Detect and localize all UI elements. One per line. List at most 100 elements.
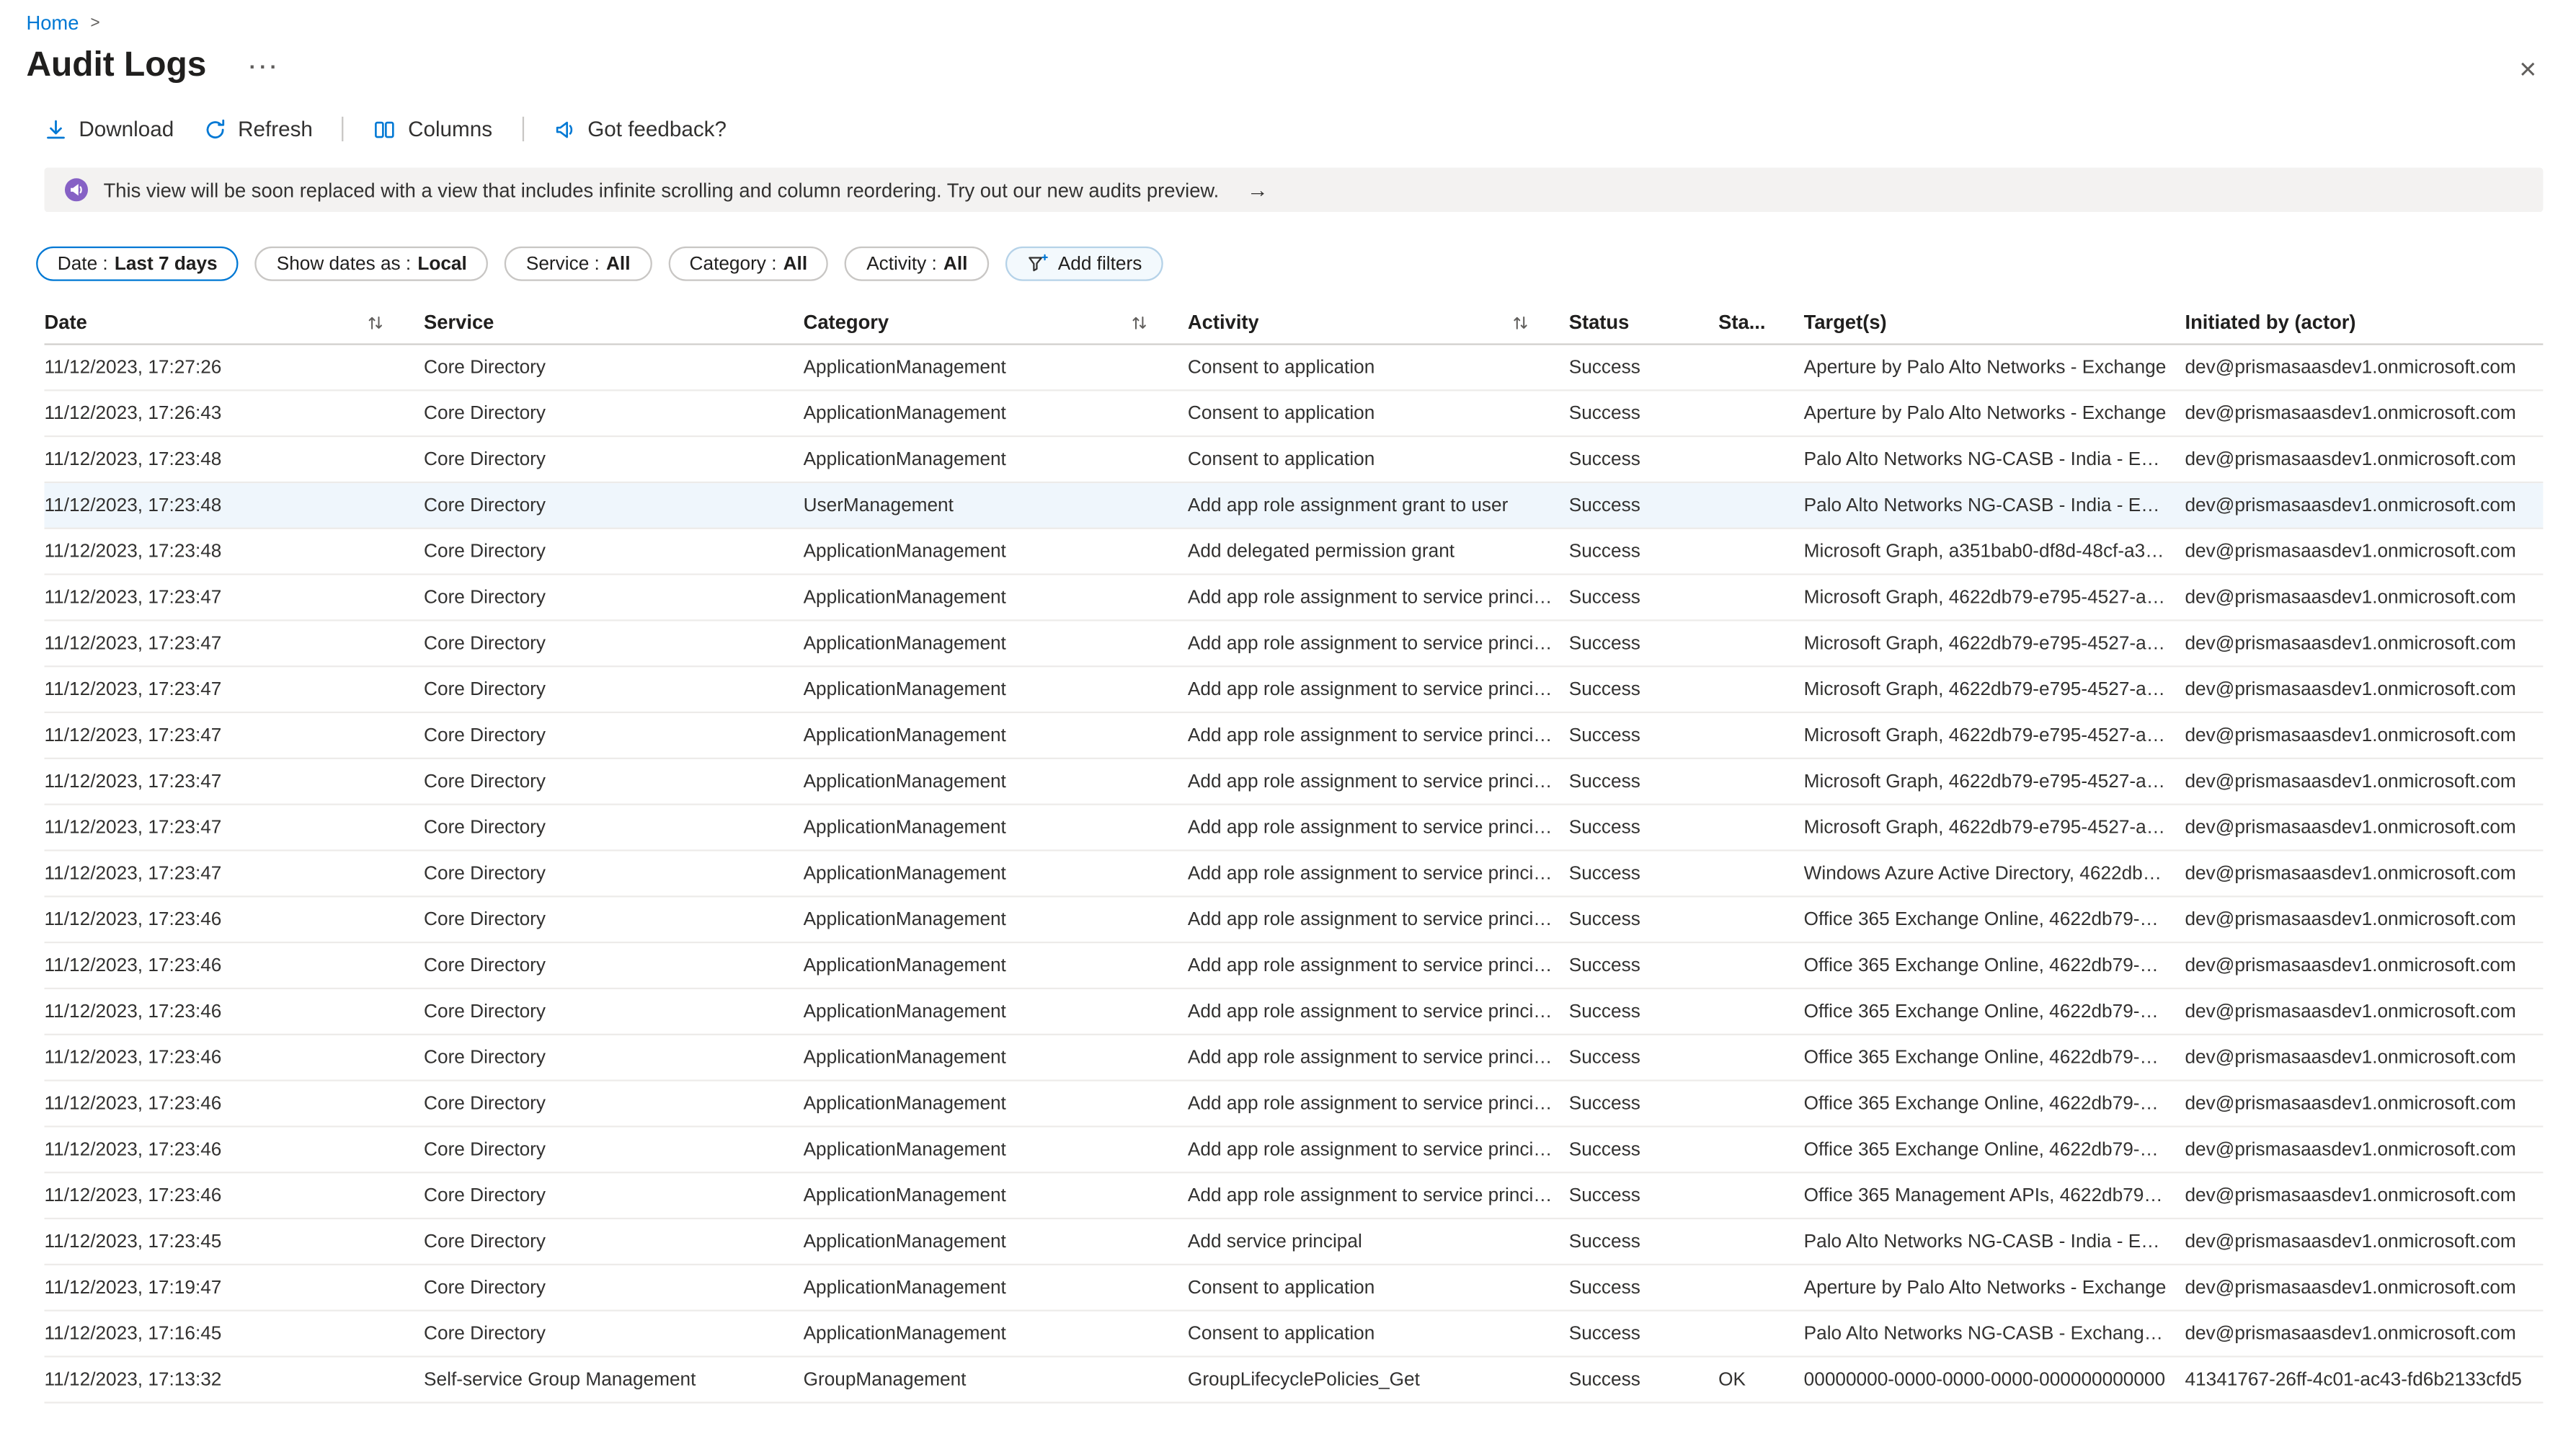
filter-pill-category[interactable]: Category : All xyxy=(668,247,829,281)
cell-category: ApplicationManagement xyxy=(804,541,1188,561)
banner-text: This view will be soon replaced with a v… xyxy=(104,178,1220,201)
cell-status: Success xyxy=(1569,449,1718,469)
table-row[interactable]: 11/12/2023, 17:23:47Core DirectoryApplic… xyxy=(45,759,2544,805)
cell-service: Core Directory xyxy=(424,679,804,699)
cell-status: Success xyxy=(1569,1094,1718,1113)
cell-service: Core Directory xyxy=(424,588,804,607)
cell-target: Office 365 Management APIs, 4622db79-e..… xyxy=(1804,1186,2185,1205)
cell-date: 11/12/2023, 17:23:47 xyxy=(45,679,425,699)
cell-target: Office 365 Exchange Online, 4622db79-e7.… xyxy=(1804,910,2185,929)
cell-date: 11/12/2023, 17:23:45 xyxy=(45,1231,425,1251)
add-filters-button[interactable]: Add filters xyxy=(1005,247,1163,281)
cell-category: UserManagement xyxy=(804,495,1188,515)
col-header-activity[interactable]: Activity xyxy=(1188,311,1569,334)
table-row[interactable]: 11/12/2023, 17:23:46Core DirectoryApplic… xyxy=(45,989,2544,1035)
cell-activity: Consent to application xyxy=(1188,1278,1569,1297)
col-header-status-reason[interactable]: Sta... xyxy=(1718,311,1804,334)
breadcrumb-home-link[interactable]: Home xyxy=(26,12,79,35)
filter-pill-service[interactable]: Service : All xyxy=(505,247,652,281)
table-row[interactable]: 11/12/2023, 17:23:47Core DirectoryApplic… xyxy=(45,575,2544,621)
table-row[interactable]: 11/12/2023, 17:19:47Core DirectoryApplic… xyxy=(45,1265,2544,1311)
cell-initiated-by: dev@prismasaasdev1.onmicrosoft.com xyxy=(2185,541,2543,561)
download-button[interactable]: Download xyxy=(45,113,174,144)
cell-status: Success xyxy=(1569,955,1718,975)
col-header-initiated-by[interactable]: Initiated by (actor) xyxy=(2185,311,2543,334)
cell-service: Core Directory xyxy=(424,1278,804,1297)
table-row[interactable]: 11/12/2023, 17:23:47Core DirectoryApplic… xyxy=(45,851,2544,898)
cell-service: Self-service Group Management xyxy=(424,1370,804,1389)
table-row[interactable]: 11/12/2023, 17:26:43Core DirectoryApplic… xyxy=(45,391,2544,437)
cell-activity: Add app role assignment to service princ… xyxy=(1188,588,1569,607)
cell-initiated-by: dev@prismasaasdev1.onmicrosoft.com xyxy=(2185,358,2543,377)
filter-pill-show-dates-as[interactable]: Show dates as : Local xyxy=(255,247,488,281)
table-row[interactable]: 11/12/2023, 17:23:48Core DirectoryApplic… xyxy=(45,437,2544,483)
table-row[interactable]: 11/12/2023, 17:23:47Core DirectoryApplic… xyxy=(45,667,2544,713)
columns-button[interactable]: Columns xyxy=(373,113,492,144)
sort-icon xyxy=(1511,313,1529,331)
cell-status: Success xyxy=(1569,864,1718,883)
col-header-status[interactable]: Status xyxy=(1569,311,1718,334)
banner-arrow-link[interactable]: → xyxy=(1247,177,1269,202)
cell-initiated-by: dev@prismasaasdev1.onmicrosoft.com xyxy=(2185,818,2543,837)
cell-service: Core Directory xyxy=(424,541,804,561)
feedback-megaphone-icon xyxy=(553,118,576,141)
cell-service: Core Directory xyxy=(424,1324,804,1343)
cell-target: Office 365 Exchange Online, 4622db79-e7.… xyxy=(1804,955,2185,975)
filter-value: Last 7 days xyxy=(115,254,218,273)
cell-service: Core Directory xyxy=(424,495,804,515)
col-header-targets[interactable]: Target(s) xyxy=(1804,311,2185,334)
table-row[interactable]: 11/12/2023, 17:23:48Core DirectoryApplic… xyxy=(45,529,2544,575)
filter-pill-activity[interactable]: Activity : All xyxy=(845,247,989,281)
table-row[interactable]: 11/12/2023, 17:23:46Core DirectoryApplic… xyxy=(45,1035,2544,1081)
cell-service: Core Directory xyxy=(424,1094,804,1113)
cell-status: Success xyxy=(1569,404,1718,423)
feedback-button[interactable]: Got feedback? xyxy=(553,113,727,144)
table-row[interactable]: 11/12/2023, 17:23:47Core DirectoryApplic… xyxy=(45,713,2544,759)
cell-initiated-by: dev@prismasaasdev1.onmicrosoft.com xyxy=(2185,955,2543,975)
cell-date: 11/12/2023, 17:23:48 xyxy=(45,449,425,469)
table-row[interactable]: 11/12/2023, 17:23:45Core DirectoryApplic… xyxy=(45,1219,2544,1265)
cell-category: ApplicationManagement xyxy=(804,910,1188,929)
cell-activity: Add app role assignment to service princ… xyxy=(1188,955,1569,975)
sort-icon xyxy=(1130,313,1148,331)
cell-category: ApplicationManagement xyxy=(804,634,1188,653)
table-row[interactable]: 11/12/2023, 17:27:26Core DirectoryApplic… xyxy=(45,345,2544,391)
cell-initiated-by: dev@prismasaasdev1.onmicrosoft.com xyxy=(2185,1048,2543,1067)
cell-activity: Add app role assignment to service princ… xyxy=(1188,1140,1569,1159)
table-row[interactable]: 11/12/2023, 17:16:45Core DirectoryApplic… xyxy=(45,1311,2544,1358)
filter-pill-date[interactable]: Date : Last 7 days xyxy=(36,247,239,281)
refresh-button[interactable]: Refresh xyxy=(203,113,313,144)
close-blade-button[interactable]: × xyxy=(2516,51,2540,87)
col-header-date[interactable]: Date xyxy=(45,311,425,334)
cell-category: ApplicationManagement xyxy=(804,588,1188,607)
table-row[interactable]: 11/12/2023, 17:23:46Core DirectoryApplic… xyxy=(45,1081,2544,1128)
cell-date: 11/12/2023, 17:23:47 xyxy=(45,864,425,883)
cell-service: Core Directory xyxy=(424,1140,804,1159)
cell-category: ApplicationManagement xyxy=(804,1278,1188,1297)
table-row[interactable]: 11/12/2023, 17:23:46Core DirectoryApplic… xyxy=(45,1128,2544,1174)
cell-status: Success xyxy=(1569,818,1718,837)
table-row[interactable]: 11/12/2023, 17:23:47Core DirectoryApplic… xyxy=(45,805,2544,851)
cell-activity: Add app role assignment to service princ… xyxy=(1188,1094,1569,1113)
table-row[interactable]: 11/12/2023, 17:23:48Core DirectoryUserMa… xyxy=(45,483,2544,529)
table-row[interactable]: 11/12/2023, 17:23:46Core DirectoryApplic… xyxy=(45,943,2544,989)
table-row[interactable]: 11/12/2023, 17:23:47Core DirectoryApplic… xyxy=(45,621,2544,668)
breadcrumb-chevron-icon: > xyxy=(90,14,99,32)
cell-activity: Add app role assignment to service princ… xyxy=(1188,1001,1569,1021)
title-context-menu-button[interactable]: ··· xyxy=(246,53,283,78)
col-header-service[interactable]: Service xyxy=(424,311,804,334)
cell-service: Core Directory xyxy=(424,1048,804,1067)
table-row[interactable]: 11/12/2023, 17:13:32Self-service Group M… xyxy=(45,1358,2544,1404)
cell-initiated-by: dev@prismasaasdev1.onmicrosoft.com xyxy=(2185,404,2543,423)
cell-target: Office 365 Exchange Online, 4622db79-e7.… xyxy=(1804,1001,2185,1021)
cell-status: Success xyxy=(1569,910,1718,929)
cell-service: Core Directory xyxy=(424,404,804,423)
filter-label: Service : xyxy=(526,254,600,273)
table-row[interactable]: 11/12/2023, 17:23:46Core DirectoryApplic… xyxy=(45,1173,2544,1219)
filter-label: Activity : xyxy=(866,254,937,273)
cell-initiated-by: dev@prismasaasdev1.onmicrosoft.com xyxy=(2185,1324,2543,1343)
filter-value: All xyxy=(943,254,968,273)
cell-category: ApplicationManagement xyxy=(804,1231,1188,1251)
table-row[interactable]: 11/12/2023, 17:23:46Core DirectoryApplic… xyxy=(45,897,2544,943)
col-header-category[interactable]: Category xyxy=(804,311,1188,334)
